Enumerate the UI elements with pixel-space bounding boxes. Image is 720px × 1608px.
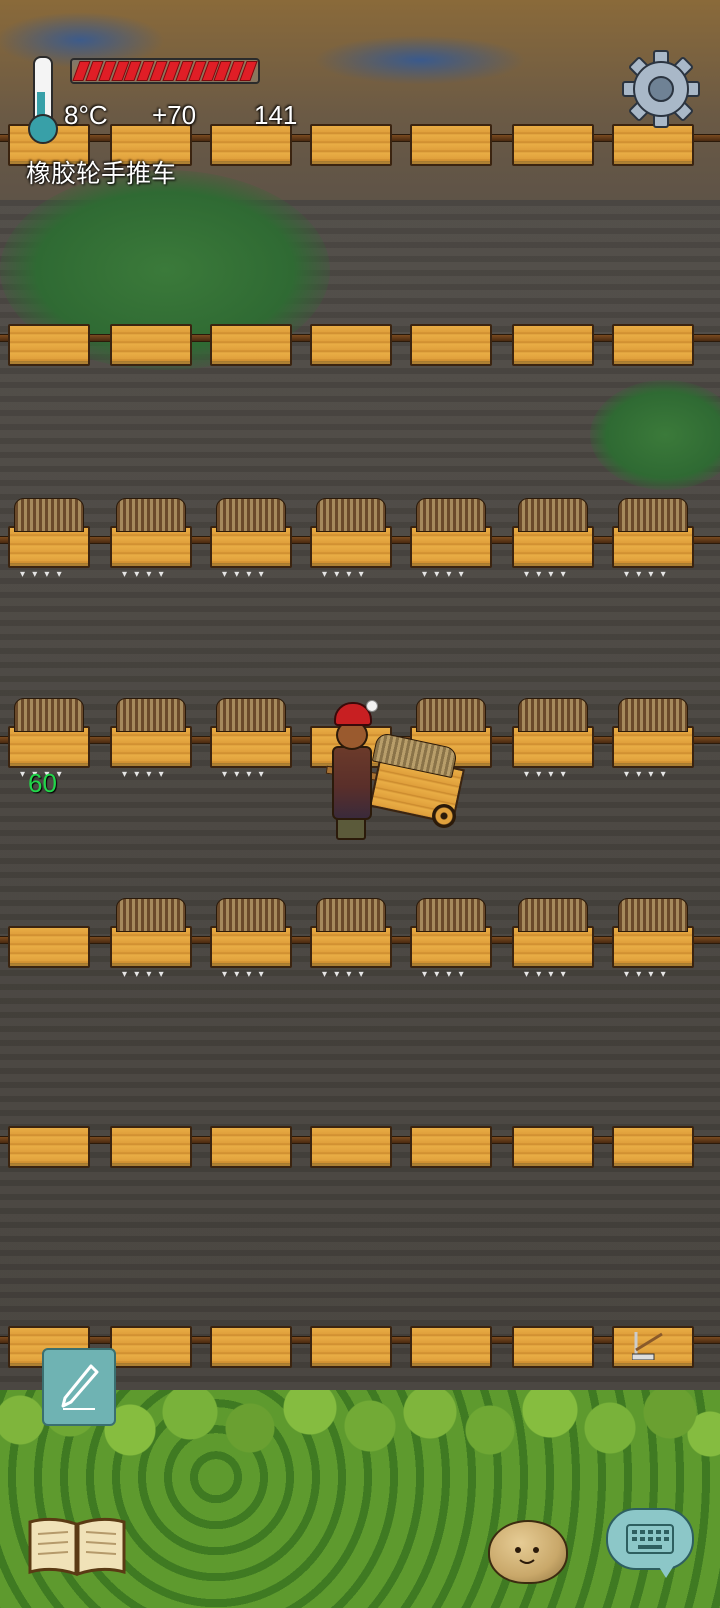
wooden-crate[interactable] [310,324,392,366]
wooden-crate[interactable] [8,1126,90,1168]
hay-crate[interactable] [612,898,694,980]
wooden-crate[interactable] [110,1126,192,1168]
wooden-crate[interactable] [410,324,492,366]
write-note-button[interactable] [42,1348,116,1426]
fence-row [0,498,720,580]
open-book-icon [28,1517,126,1577]
wooden-crate[interactable] [110,1326,192,1368]
tech-tree-button[interactable] [26,1514,128,1578]
chat-bubble [606,1508,694,1570]
emote-button[interactable] [488,1520,568,1584]
yum-bonus-readout: +70 [152,100,197,130]
hay-crate[interactable] [512,898,594,980]
wooden-crate[interactable] [110,324,192,366]
hud: 8°C +70 141 橡胶轮手推车 [0,0,720,200]
keyboard-icon [626,1524,674,1554]
chat-bubble-tail [656,1562,676,1578]
wooden-crate[interactable] [210,1326,292,1368]
hay-crate[interactable] [310,498,392,580]
held-item-label: 橡胶轮手推车 [26,159,177,188]
hay-crate[interactable] [210,498,292,580]
thermometer-icon [26,56,58,144]
settings-button[interactable] [620,48,702,130]
hay-crate[interactable] [210,698,292,780]
gear-icon [622,50,700,128]
snare-trap[interactable] [631,1330,668,1361]
fence-row [0,1126,720,1172]
chat-button[interactable] [606,1508,694,1582]
temperature-readout: 8°C [64,100,108,130]
hay-crate[interactable] [110,698,192,780]
wooden-crate[interactable] [210,1126,292,1168]
wooden-crate[interactable] [410,1126,492,1168]
score-readout: 141 [254,100,298,130]
thermometer-bulb [28,114,58,144]
cart-wheel [432,804,456,828]
hay-crate[interactable] [110,498,192,580]
hay-crate[interactable] [612,698,694,780]
fence-row [0,324,720,370]
wooden-crate[interactable] [612,1126,694,1168]
wooden-crate[interactable] [8,926,90,968]
hay-crate[interactable] [310,898,392,980]
hay-crate[interactable] [410,898,492,980]
fence-row [0,898,720,980]
wooden-crate[interactable] [612,324,694,366]
player-character[interactable] [322,700,472,850]
wooden-crate[interactable] [310,1126,392,1168]
hay-crate[interactable] [512,698,594,780]
wooden-crate[interactable] [210,324,292,366]
hunger-bar [70,58,260,84]
hay-crate[interactable] [8,698,90,780]
wooden-crate[interactable] [310,1326,392,1368]
hay-crate[interactable] [612,498,694,580]
wooden-crate[interactable] [512,324,594,366]
potato-face-icon [488,1520,568,1584]
hay-crate[interactable] [110,898,192,980]
pencil-icon [61,1364,99,1410]
wooden-crate[interactable] [410,1326,492,1368]
wooden-crate[interactable] [512,1126,594,1168]
wooden-crate[interactable] [8,324,90,366]
player-age-label: 60 [28,768,57,798]
hay-crate[interactable] [512,498,594,580]
hay-crate[interactable] [210,898,292,980]
wooden-crate[interactable] [512,1326,594,1368]
hay-crate[interactable] [8,498,90,580]
character-body [332,746,372,820]
hay-crate[interactable] [410,498,492,580]
santa-hat [334,700,378,726]
